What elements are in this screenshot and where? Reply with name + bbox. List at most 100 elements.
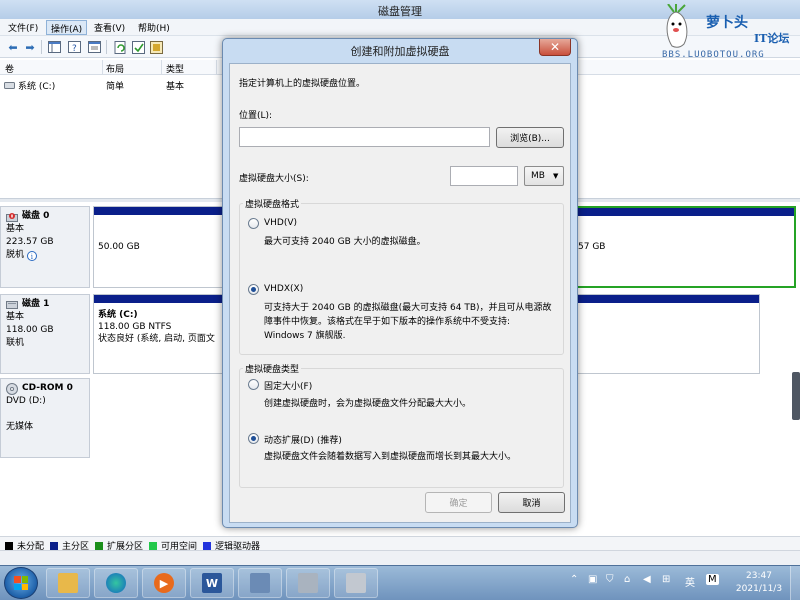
menu-action[interactable]: 操作(A): [46, 20, 88, 35]
browse-button[interactable]: 浏览(B)...: [496, 127, 564, 148]
refresh-icon[interactable]: [112, 39, 128, 55]
partition-bar: [94, 207, 222, 215]
disk-offline-icon: [6, 212, 18, 222]
security-shield-icon[interactable]: ⛉: [606, 574, 614, 585]
column-volume[interactable]: 卷: [5, 62, 14, 75]
disk-manager-icon: [298, 573, 318, 593]
instruction-text: 指定计算机上的虚拟硬盘位置。: [239, 79, 366, 89]
location-input[interactable]: [239, 127, 490, 147]
disk-0-partition-right-size: 57 GB: [578, 242, 606, 252]
column-separator[interactable]: [161, 60, 162, 75]
partition-bar: [578, 208, 794, 216]
disk-0-partition-left-size: 50.00 GB: [98, 242, 140, 252]
partition-bar: [94, 295, 222, 303]
show-hidden-icons-icon[interactable]: ⌃: [570, 574, 578, 585]
taskbar-edge[interactable]: [94, 568, 138, 598]
taskbar-word[interactable]: W: [190, 568, 234, 598]
vhdx-description-1: 可支持大于 2040 GB 的虚拟磁盘(最大可支持 64 TB)，并且可从电源故: [264, 303, 552, 313]
drive-icon: [4, 82, 15, 89]
legend-swatch: [5, 541, 13, 550]
volume-icon[interactable]: ◀: [643, 574, 651, 585]
unit-select[interactable]: MB ▼: [524, 166, 564, 186]
word-icon: W: [202, 573, 222, 593]
disk-0-partition-right[interactable]: 57 GB: [576, 206, 796, 288]
system-clock[interactable]: 23:47 2021/11/3: [733, 570, 785, 596]
dialog-body: 指定计算机上的虚拟硬盘位置。 位置(L): 浏览(B)... 虚拟硬盘大小(S)…: [229, 63, 571, 523]
size-input[interactable]: [450, 166, 518, 186]
type-group-title: 虚拟硬盘类型: [243, 362, 302, 375]
cancel-button[interactable]: 取消: [498, 492, 565, 513]
ime-language[interactable]: 英: [685, 574, 695, 589]
disk-1-partition-text: 系统 (C:) 118.00 GB NTFS 状态良好 (系统, 启动, 页面文: [98, 309, 215, 345]
clock-date: 2021/11/3: [735, 584, 783, 594]
unit-value: MB: [531, 171, 545, 181]
windows-logo-icon: [14, 576, 28, 590]
cdrom-0-status: 无媒体: [6, 422, 34, 432]
column-separator[interactable]: [102, 60, 103, 75]
vhdx-radio[interactable]: [248, 284, 259, 295]
dynamic-radio[interactable]: [248, 433, 259, 444]
dynamic-description: 虚拟硬盘文件会随着数据写入到虚拟硬盘而增长到其最大大小。: [264, 452, 517, 462]
fixed-size-label[interactable]: 固定大小(F): [264, 379, 312, 392]
cdrom-0-info[interactable]: CD-ROM 0 DVD (D:) 无媒体: [0, 378, 90, 458]
show-desktop-button[interactable]: [790, 566, 800, 600]
cdrom-0-name: CD-ROM 0: [22, 383, 73, 393]
network-status-icon[interactable]: ⌂: [624, 574, 630, 585]
start-button[interactable]: [4, 567, 38, 599]
watermark-line2: IT论坛: [754, 32, 790, 45]
menu-file[interactable]: 文件(F): [4, 20, 42, 35]
console-tree-icon[interactable]: [46, 39, 62, 55]
settings-icon[interactable]: [148, 39, 164, 55]
input-method-icon[interactable]: ⊞: [662, 574, 670, 585]
network-icon[interactable]: ▣: [588, 574, 597, 585]
close-button[interactable]: ✕: [539, 39, 571, 56]
partition-bar: [577, 295, 759, 303]
taskbar-computer-management[interactable]: [238, 568, 282, 598]
disk-1-partition-right[interactable]: [576, 294, 760, 374]
back-icon[interactable]: ⬅: [5, 39, 21, 55]
toolbar-separator: [106, 40, 107, 54]
column-separator[interactable]: [216, 60, 217, 75]
edge-icon: [106, 573, 126, 593]
menu-help[interactable]: 帮助(H): [134, 20, 174, 35]
toolbar-separator: [41, 40, 42, 54]
ok-button[interactable]: 确定: [425, 492, 492, 513]
legend-swatch: [149, 541, 157, 550]
vhdx-description-2: 障事件中恢复。该格式在早于如下版本的操作系统中不受支持:: [264, 317, 511, 327]
disk-1-name: 磁盘 1: [22, 299, 50, 309]
volume-cell: 系统 (C:): [4, 79, 55, 92]
disk-1-title: 磁盘 1: [6, 298, 84, 311]
legend-bar: 未分配 主分区 扩展分区 可用空间 逻辑驱动器: [0, 536, 800, 552]
vhdx-description-3: Windows 7 旗舰版.: [264, 331, 346, 341]
partition-name: 系统 (C:): [98, 310, 138, 320]
fixed-size-radio[interactable]: [248, 379, 259, 390]
vhd-label[interactable]: VHD(V): [264, 218, 297, 228]
dynamic-label[interactable]: 动态扩展(D) (推荐): [264, 433, 342, 446]
disk-1-info[interactable]: 磁盘 1 基本 118.00 GB 联机: [0, 294, 90, 374]
column-type[interactable]: 类型: [166, 62, 184, 75]
taskbar-removable-drive[interactable]: [334, 568, 378, 598]
ime-mode-indicator[interactable]: M: [706, 574, 719, 585]
taskbar-disk-manager[interactable]: [286, 568, 330, 598]
help-icon[interactable]: ?: [66, 39, 82, 55]
disk-0-partition-left[interactable]: 50.00 GB: [93, 206, 223, 288]
vhd-radio[interactable]: [248, 218, 259, 229]
properties-icon[interactable]: [86, 39, 102, 55]
forward-icon[interactable]: ➡: [22, 39, 38, 55]
info-icon[interactable]: i: [27, 250, 38, 261]
menu-view[interactable]: 查看(V): [90, 20, 129, 35]
disk-0-info[interactable]: 磁盘 0 基本 223.57 GB 脱机 i: [0, 206, 90, 288]
legend-swatch: [95, 541, 103, 550]
vhdx-label[interactable]: VHDX(X): [264, 284, 303, 294]
legend-swatch: [203, 541, 211, 550]
column-layout[interactable]: 布局: [106, 62, 124, 75]
disk-0-size: 223.57 GB: [6, 237, 54, 247]
disk-0-name: 磁盘 0: [22, 211, 50, 221]
taskbar-media-player[interactable]: ▶: [142, 568, 186, 598]
disk-1-partition-system[interactable]: 系统 (C:) 118.00 GB NTFS 状态良好 (系统, 启动, 页面文: [93, 294, 223, 374]
vertical-scrollbar-thumb[interactable]: [792, 372, 800, 420]
cdrom-0-title: CD-ROM 0: [6, 382, 84, 395]
disk-check-icon[interactable]: [130, 39, 146, 55]
disk-0-title: 磁盘 0: [6, 210, 84, 223]
taskbar-explorer[interactable]: [46, 568, 90, 598]
